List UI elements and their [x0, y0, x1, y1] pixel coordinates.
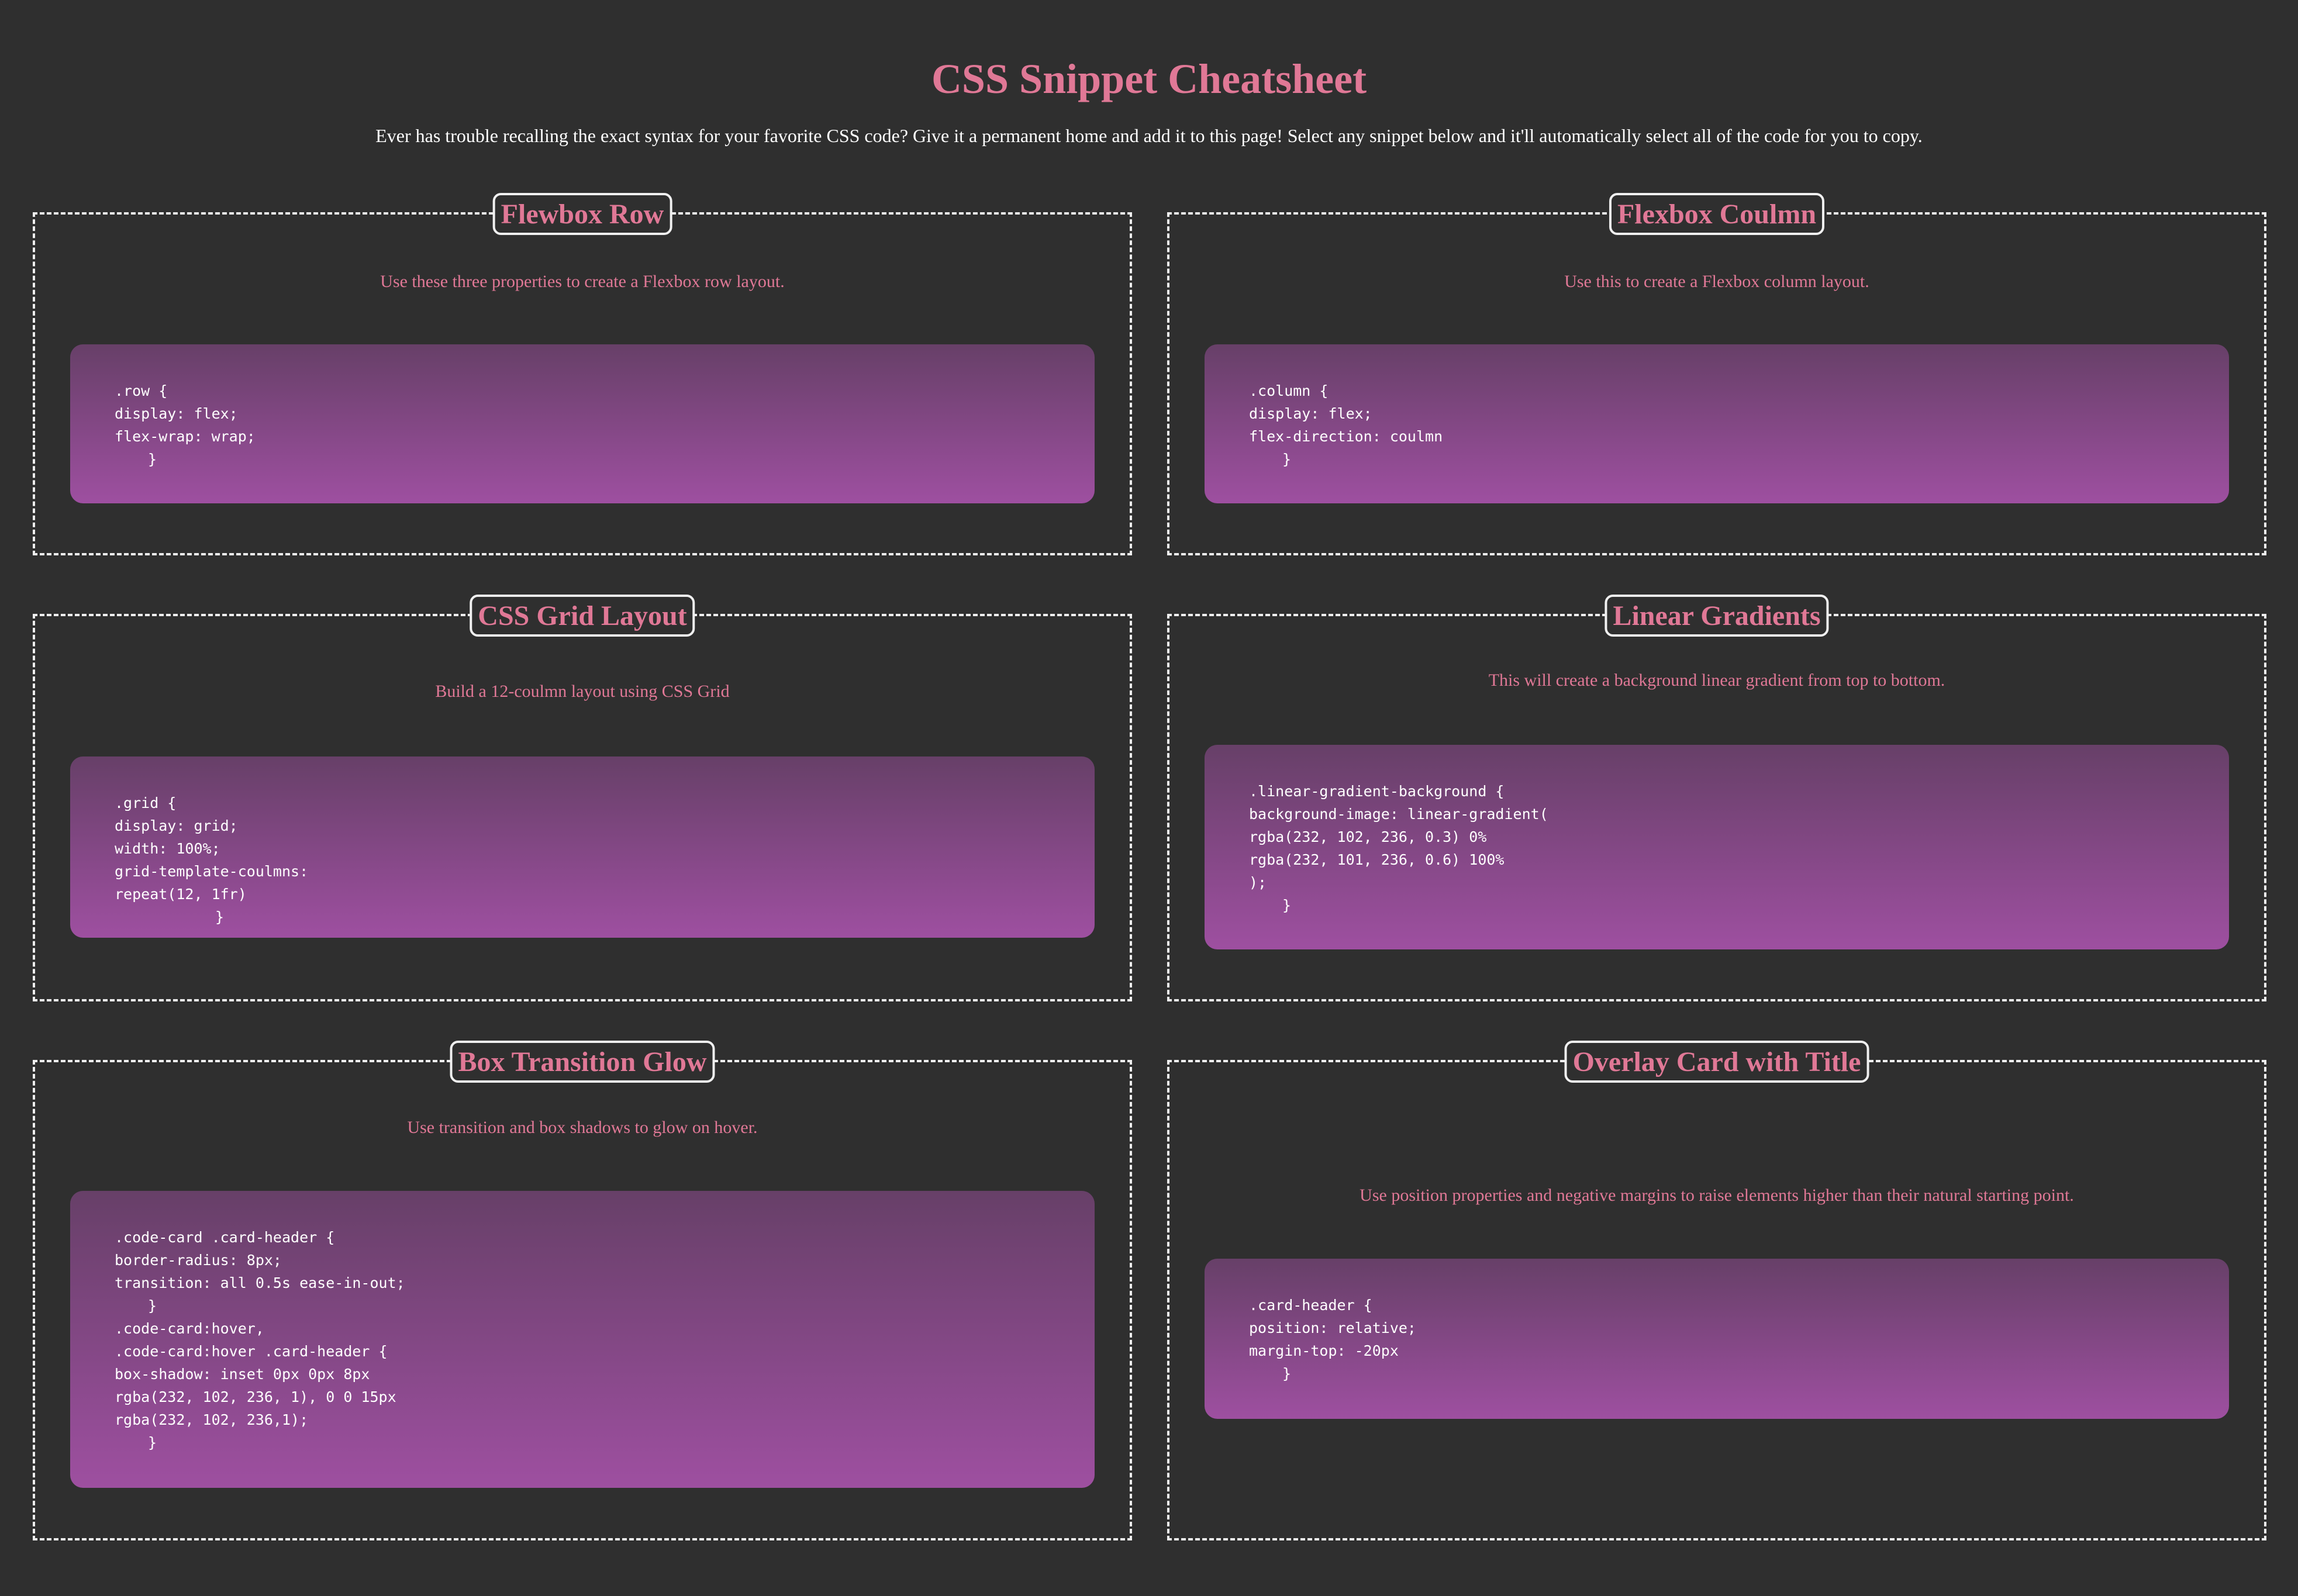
code-line: position: relative;: [1249, 1319, 1416, 1336]
code-line: }: [1282, 1365, 1292, 1382]
code-line: .card-header {: [1249, 1297, 1372, 1314]
code-line: .linear-gradient-background {: [1249, 783, 1505, 800]
snippet-card-flexbox-row: Flewbox Row Use these three properties t…: [33, 193, 1132, 555]
code-line: width: 100%;: [115, 840, 220, 857]
code-line: }: [1282, 897, 1292, 914]
card-description: Use these three properties to create a F…: [380, 272, 785, 291]
card-title: CSS Grid Layout: [470, 595, 695, 637]
card-description: Build a 12-coulmn layout using CSS Grid: [435, 682, 730, 701]
snippet-card-linear-gradients: Linear Gradients This will create a back…: [1167, 595, 2266, 1001]
code-line: background-image: linear-gradient(: [1249, 806, 1548, 823]
snippet-card-box-transition-glow: Box Transition Glow Use transition and b…: [33, 1041, 1132, 1540]
code-line: }: [148, 1297, 157, 1314]
code-line: rgba(232, 101, 236, 0.6) 100%: [1249, 851, 1505, 868]
snippet-card-flexbox-column: Flexbox Coulmn Use this to create a Flex…: [1167, 193, 2266, 555]
code-line: }: [1282, 451, 1292, 468]
code-snippet[interactable]: .card-header { position: relative; margi…: [1205, 1259, 2229, 1419]
snippet-card-overlay-card-title: Overlay Card with Title Use position pro…: [1167, 1041, 2266, 1540]
code-line: .code-card:hover,: [115, 1320, 264, 1337]
code-line: display: grid;: [115, 817, 238, 834]
code-line: rgba(232, 102, 236,1);: [115, 1411, 309, 1428]
code-snippet[interactable]: .row { display: flex; flex-wrap: wrap; }: [70, 344, 1095, 503]
code-line: margin-top: -20px: [1249, 1342, 1399, 1359]
code-line: transition: all 0.5s ease-in-out;: [115, 1274, 405, 1291]
snippet-card-css-grid: CSS Grid Layout Build a 12-coulmn layout…: [33, 595, 1132, 1001]
page-subtitle: Ever has trouble recalling the exact syn…: [375, 125, 1923, 146]
code-line: repeat(12, 1fr): [115, 886, 247, 903]
card-description: Use position properties and negative mar…: [1360, 1186, 2074, 1205]
code-line: flex-direction: coulmn: [1249, 428, 1443, 445]
code-line: rgba(232, 102, 236, 0.3) 0%: [1249, 828, 1487, 845]
card-title: Flexbox Coulmn: [1609, 193, 1825, 235]
code-line: rgba(232, 102, 236, 1), 0 0 15px: [115, 1388, 396, 1405]
code-line: display: flex;: [115, 405, 238, 422]
code-line: );: [1249, 874, 1267, 891]
code-snippet[interactable]: .grid { display: grid; width: 100%; grid…: [70, 756, 1095, 938]
code-snippet[interactable]: .column { display: flex; flex-direction:…: [1205, 344, 2229, 503]
code-line: }: [215, 908, 225, 925]
card-description: Use transition and box shadows to glow o…: [407, 1118, 758, 1137]
code-line: .column {: [1249, 382, 1329, 399]
code-line: .code-card .card-header {: [115, 1229, 335, 1246]
code-snippet[interactable]: .code-card .card-header { border-radius:…: [70, 1191, 1095, 1488]
code-line: }: [148, 451, 157, 468]
code-snippet[interactable]: .linear-gradient-background { background…: [1205, 745, 2229, 949]
code-line: .code-card:hover .card-header {: [115, 1343, 388, 1360]
code-line: border-radius: 8px;: [115, 1252, 282, 1269]
code-line: grid-template-coulmns:: [115, 863, 309, 880]
code-line: display: flex;: [1249, 405, 1372, 422]
card-title: Box Transition Glow: [450, 1041, 715, 1083]
code-line: flex-wrap: wrap;: [115, 428, 256, 445]
card-title: Flewbox Row: [492, 193, 672, 235]
card-title: Linear Gradients: [1605, 595, 1829, 637]
page-title: CSS Snippet Cheatsheet: [931, 56, 1367, 102]
card-description: This will create a background linear gra…: [1488, 671, 1945, 690]
code-line: box-shadow: inset 0px 0px 8px: [115, 1366, 370, 1383]
code-line: .row {: [115, 382, 168, 399]
code-line: .grid {: [115, 794, 177, 811]
card-description: Use this to create a Flexbox column layo…: [1564, 272, 1869, 291]
card-title: Overlay Card with Title: [1564, 1041, 1869, 1083]
code-line: }: [148, 1434, 157, 1451]
